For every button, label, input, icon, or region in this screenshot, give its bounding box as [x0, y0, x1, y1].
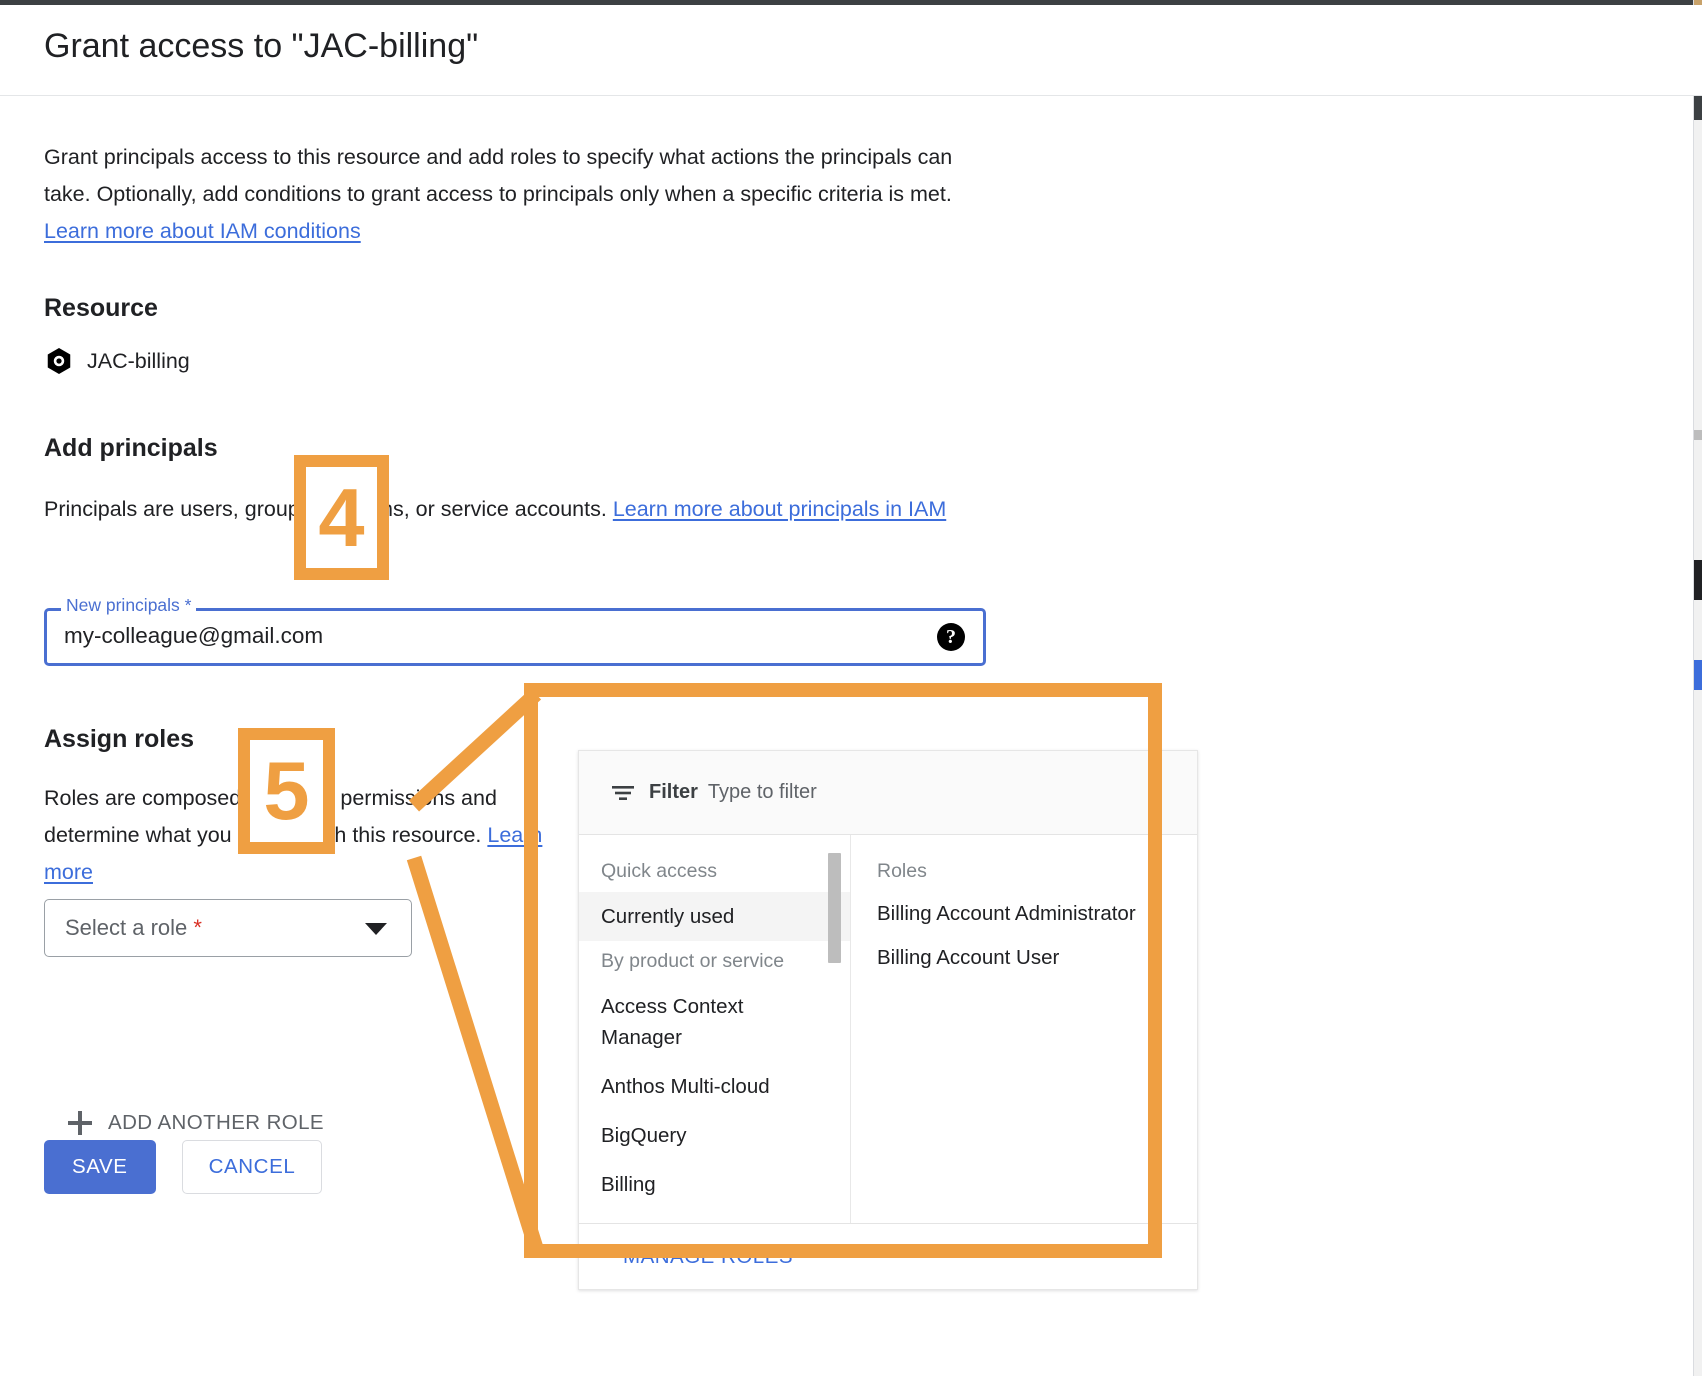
- resource-heading: Resource: [44, 294, 158, 322]
- save-button[interactable]: SAVE: [44, 1140, 156, 1194]
- quick-access-group-label: Quick access: [601, 860, 717, 882]
- resource-name: JAC-billing: [87, 348, 190, 373]
- roles-column: Roles Billing Account Administrator Bill…: [851, 835, 1197, 1224]
- assign-roles-heading: Assign roles: [44, 725, 195, 753]
- role-picker-footer: MANAGE ROLES: [579, 1223, 1197, 1289]
- role-filter-bar[interactable]: Filter Type to filter: [579, 751, 1197, 835]
- new-principals-value: my-colleague@gmail.com: [64, 623, 324, 648]
- filter-icon: [612, 785, 634, 800]
- roles-group-label: Roles: [877, 860, 927, 882]
- adjacent-page-edge-sliver: [1693, 0, 1702, 1376]
- vertical-scrollbar[interactable]: [828, 853, 841, 963]
- learn-more-iam-conditions-link[interactable]: Learn more about IAM conditions: [44, 219, 361, 243]
- page-title: Grant access to "JAC-billing": [44, 27, 479, 65]
- category-item-billing[interactable]: Billing: [579, 1160, 850, 1209]
- chevron-down-icon[interactable]: [365, 923, 387, 935]
- dialog-actions: SAVE CANCEL: [44, 1140, 323, 1194]
- category-item-currently-used[interactable]: Currently used: [579, 892, 850, 941]
- by-product-group-label: By product or service: [601, 950, 785, 972]
- role-picker-popup: Filter Type to filter Quick access Curre…: [578, 750, 1198, 1290]
- select-a-role-placeholder: Select a role *: [65, 915, 202, 940]
- select-a-role-dropdown[interactable]: Select a role *: [44, 899, 412, 957]
- dialog-header: Grant access to "JAC-billing": [0, 5, 1702, 96]
- filter-input[interactable]: Type to filter: [708, 781, 817, 804]
- grant-access-dialog-screenshot: Grant access to "JAC-billing" Grant prin…: [0, 0, 1702, 1376]
- learn-more-principals-link[interactable]: Learn more about principals in IAM: [613, 497, 946, 521]
- new-principals-field[interactable]: New principals * my-colleague@gmail.com …: [44, 595, 986, 666]
- add-principals-heading: Add principals: [44, 434, 218, 462]
- intro-text: Grant principals access to this resource…: [44, 145, 953, 206]
- role-item-billing-account-administrator[interactable]: Billing Account Administrator: [851, 892, 1197, 936]
- manage-roles-link[interactable]: MANAGE ROLES: [623, 1245, 793, 1269]
- plus-icon: [68, 1111, 92, 1135]
- filter-label: Filter: [649, 781, 698, 803]
- intro-paragraph: Grant principals access to this resource…: [44, 139, 1004, 250]
- role-category-column: Quick access Currently used By product o…: [579, 835, 851, 1224]
- role-picker-columns: Quick access Currently used By product o…: [579, 835, 1197, 1224]
- help-question-icon[interactable]: ?: [937, 623, 965, 651]
- role-item-billing-account-user[interactable]: Billing Account User: [851, 936, 1197, 980]
- new-principals-label: New principals *: [61, 595, 197, 616]
- add-another-role-label: ADD ANOTHER ROLE: [108, 1111, 324, 1134]
- category-item-bigquery[interactable]: BigQuery: [579, 1111, 850, 1160]
- add-principals-description: Principals are users, groups, domains, o…: [44, 491, 1004, 528]
- cancel-button[interactable]: CANCEL: [181, 1140, 323, 1194]
- required-marker: *: [193, 915, 202, 940]
- add-another-role-button[interactable]: ADD ANOTHER ROLE: [68, 1111, 324, 1135]
- category-item-anthos-multi-cloud[interactable]: Anthos Multi-cloud: [579, 1062, 850, 1111]
- category-item-access-context-manager[interactable]: Access Context Manager: [579, 982, 817, 1062]
- annotation-step-4: 4: [294, 455, 389, 580]
- resource-row: JAC-billing: [44, 346, 190, 376]
- annotation-step-5: 5: [238, 728, 335, 854]
- billing-account-hex-icon: [47, 348, 71, 374]
